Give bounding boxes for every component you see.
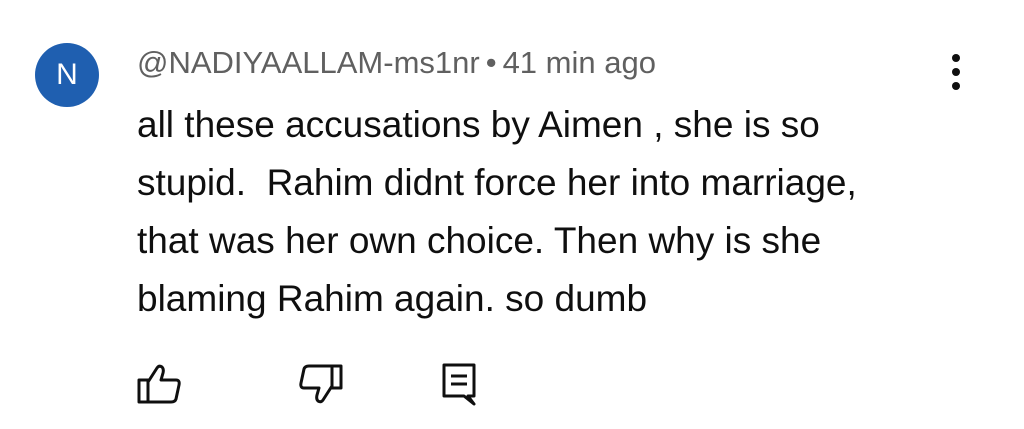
reply-button[interactable] — [436, 360, 484, 408]
meta-separator: • — [485, 45, 497, 80]
thumbs-up-icon — [137, 364, 181, 404]
avatar[interactable]: N — [35, 43, 99, 107]
reply-comment-icon — [442, 363, 476, 406]
dislike-button[interactable] — [296, 360, 344, 408]
comment-text-line: stupid. Rahim didnt force her into marri… — [137, 162, 857, 203]
comment-text-line: that was her own choice. Then why is she — [137, 220, 822, 261]
author-handle[interactable]: @NADIYAALLAM-ms1nr — [137, 45, 480, 80]
more-vertical-icon — [952, 54, 960, 90]
comment-text-line: all these accusations by Aimen , she is … — [137, 104, 820, 145]
thumbs-down-icon — [299, 364, 343, 404]
like-button[interactable] — [136, 360, 184, 408]
comment-header: @NADIYAALLAM-ms1nr • 41 min ago — [137, 44, 656, 82]
comment-text-line: blaming Rahim again. so dumb — [137, 278, 648, 319]
comment-timestamp[interactable]: 41 min ago — [503, 45, 656, 80]
avatar-letter: N — [56, 58, 78, 91]
more-options-button[interactable] — [938, 50, 974, 94]
comment-item: N @NADIYAALLAM-ms1nr • 41 min ago all thes… — [0, 0, 1024, 429]
comment-text: all these accusations by Aimen , she is … — [137, 96, 957, 328]
